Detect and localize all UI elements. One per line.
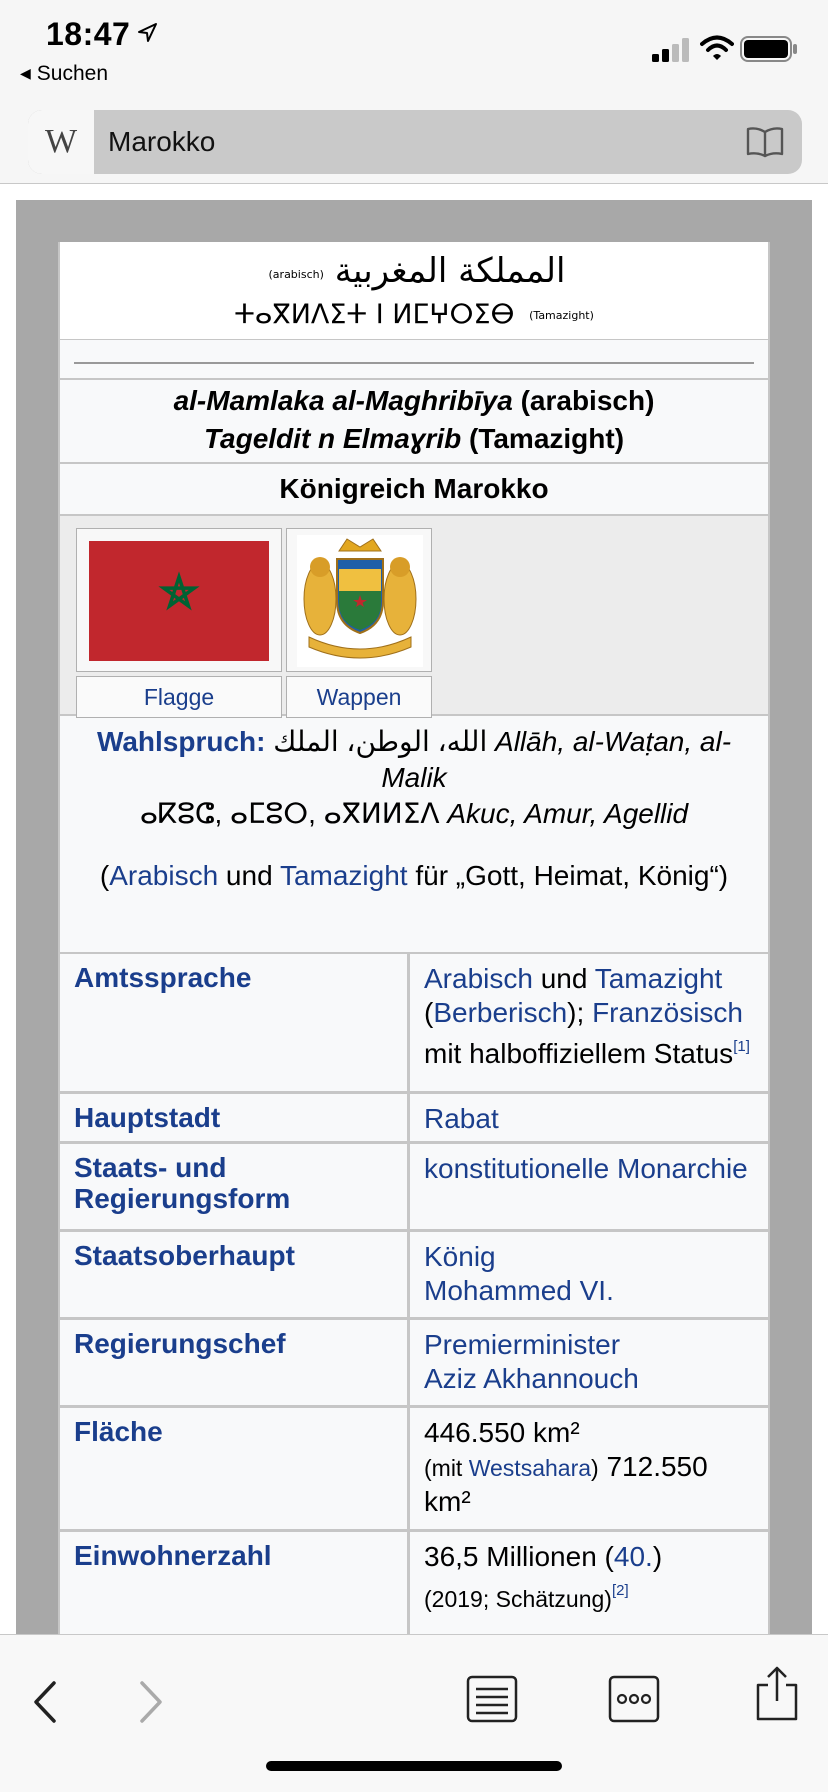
- row-staatsoberhaupt: Staatsoberhaupt König Mohammed VI.: [60, 1232, 768, 1320]
- table-of-contents-icon[interactable]: [466, 1675, 518, 1723]
- einwohner-value: 36,5 Millionen (: [424, 1541, 614, 1572]
- berberisch-link[interactable]: Berberisch: [433, 997, 567, 1028]
- more-options-icon[interactable]: [608, 1675, 660, 1723]
- row-flaeche: Fläche 446.550 km² (mit Westsahara) 712.…: [60, 1408, 768, 1532]
- transliteration-header: al-Mamlaka al-Maghribīya (arabisch) Tage…: [60, 380, 768, 464]
- reference-1-link[interactable]: [1]: [733, 1038, 750, 1055]
- mohammed-vi-link[interactable]: Mohammed VI.: [424, 1274, 754, 1308]
- flaeche-value: 446.550 km²: [424, 1417, 580, 1448]
- premierminister-link[interactable]: Premierminister: [424, 1328, 754, 1362]
- row-key-einwohnerzahl[interactable]: Einwohnerzahl: [60, 1532, 410, 1642]
- back-app-label: Suchen: [36, 62, 109, 85]
- motto-translation: (Arabisch und Tamazight für „Gott, Heima…: [99, 860, 729, 891]
- monarchie-link[interactable]: konstitutionelle Monarchie: [424, 1153, 748, 1184]
- translit-arabic-lang: (arabisch): [512, 385, 655, 416]
- morocco-flag-image: [89, 541, 269, 661]
- forward-chevron-icon[interactable]: [136, 1679, 166, 1725]
- header-divider: [60, 340, 768, 380]
- motto-label-link[interactable]: Wahlspruch:: [97, 726, 266, 757]
- motto-arabic: الله، الوطن، الملك: [273, 726, 488, 757]
- translit-berber: Tageldit n Elmaɣrib: [203, 423, 462, 454]
- row-einwohnerzahl: Einwohnerzahl 36,5 Millionen (40.) (2019…: [60, 1532, 768, 1642]
- url-field[interactable]: W Marokko: [28, 110, 802, 174]
- share-icon[interactable]: [754, 1665, 800, 1723]
- arabisch-link[interactable]: Arabisch: [109, 860, 218, 891]
- flag-image-box[interactable]: [76, 528, 282, 672]
- koenig-link[interactable]: König: [424, 1240, 754, 1274]
- row-amtssprache: Amtssprache Arabisch und Tamazight (Berb…: [60, 954, 768, 1094]
- coat-of-arms-image-box[interactable]: [286, 528, 432, 672]
- back-to-app-button[interactable]: ◀ Suchen: [20, 62, 108, 86]
- coat-of-arms-caption-link[interactable]: Wappen: [286, 676, 432, 718]
- row-key-staatsoberhaupt[interactable]: Staatsoberhaupt: [60, 1232, 410, 1317]
- rabat-link[interactable]: Rabat: [424, 1103, 499, 1134]
- native-name-berber: ⵜⴰⴳⵍⴷⵉⵜ ⵏ ⵍⵎⵖⵔⵉⴱ: [234, 299, 515, 330]
- cellular-signal-icon: [652, 38, 689, 62]
- motto-berber: ⴰⴽⵓⵛ, ⴰⵎⵓⵔ, ⴰⴳⵍⵍⵉⴷ: [139, 798, 440, 829]
- einwohner-estimate: (2019; Schätzung): [424, 1586, 612, 1612]
- westsahara-link[interactable]: Westsahara: [469, 1455, 591, 1481]
- row-key-regierungschef[interactable]: Regierungschef: [60, 1320, 410, 1405]
- flag-coat-of-arms-row: Flagge Wappen: [60, 516, 768, 718]
- aziz-akhannouch-link[interactable]: Aziz Akhannouch: [424, 1362, 754, 1396]
- arabisch-language-link[interactable]: Arabisch: [424, 963, 533, 994]
- tamazight-link[interactable]: Tamazight: [280, 860, 408, 891]
- franzoesisch-link[interactable]: Französisch: [592, 997, 743, 1028]
- row-key-amtssprache: Amtssprache: [60, 954, 410, 1091]
- native-name-arabic: المملكة المغربية: [334, 251, 566, 291]
- motto-section: Wahlspruch: الله، الوطن، الملك Allāh, al…: [60, 716, 768, 954]
- row-value-amtssprache: Arabisch und Tamazight (Berberisch); Fra…: [424, 963, 750, 1069]
- home-indicator[interactable]: [266, 1761, 562, 1771]
- arabic-tag: (arabisch): [268, 268, 324, 281]
- wifi-icon: [700, 35, 734, 60]
- native-name-header: (arabisch) المملكة المغربية ⵜⴰⴳⵍⴷⵉⵜ ⵏ ⵍⵎ…: [60, 242, 768, 340]
- coat-of-arms-image: [297, 535, 423, 667]
- back-chevron-icon[interactable]: [30, 1679, 60, 1725]
- row-staatsform: Staats- und Regierungsform konstitutione…: [60, 1144, 768, 1232]
- location-arrow-icon: [138, 23, 157, 42]
- status-time: 18:47: [46, 16, 131, 52]
- country-name-header: Königreich Marokko: [60, 464, 768, 516]
- country-infobox: (arabisch) المملكة المغربية ⵜⴰⴳⵍⴷⵉⵜ ⵏ ⵍⵎ…: [58, 242, 770, 1642]
- translit-berber-lang: (Tamazight): [461, 423, 625, 454]
- reader-book-icon[interactable]: [746, 126, 784, 158]
- row-key-flaeche[interactable]: Fläche: [60, 1408, 410, 1529]
- battery-icon: [740, 36, 797, 62]
- reference-2-link[interactable]: [2]: [612, 1582, 629, 1599]
- row-key-staatsform[interactable]: Staats- und Regierungsform: [60, 1144, 410, 1229]
- wikipedia-w-icon: W: [28, 110, 94, 174]
- browser-url-area: W Marokko: [0, 100, 828, 184]
- row-hauptstadt: Hauptstadt Rabat: [60, 1094, 768, 1144]
- back-triangle-icon: ◀: [20, 65, 31, 81]
- rank-link[interactable]: 40.: [614, 1541, 653, 1572]
- motto-berber-transliteration: Akuc, Amur, Agellid: [447, 798, 689, 829]
- status-bar: 18:47 ◀ Suchen: [0, 0, 828, 100]
- flag-caption-link[interactable]: Flagge: [76, 676, 282, 718]
- url-text: Marokko: [108, 126, 216, 157]
- row-key-hauptstadt[interactable]: Hauptstadt: [60, 1094, 410, 1141]
- translit-arabic: al-Mamlaka al-Maghribīya: [173, 385, 513, 416]
- tamazight-language-link[interactable]: Tamazight: [595, 963, 723, 994]
- berber-tag: (Tamazight): [529, 309, 594, 322]
- row-regierungschef: Regierungschef Premierminister Aziz Akha…: [60, 1320, 768, 1408]
